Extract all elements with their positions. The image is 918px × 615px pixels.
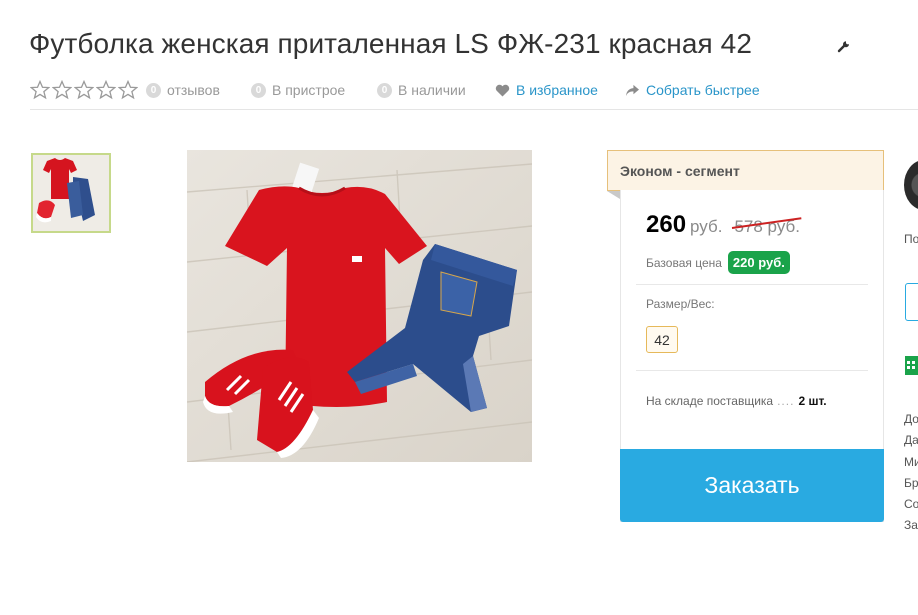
quick-collect-link[interactable]: Собрать быстрее	[625, 82, 760, 98]
stock-quantity: 2 шт.	[798, 394, 827, 408]
favorites-label[interactable]: В избранное	[516, 82, 598, 98]
size-option-42[interactable]: 42	[646, 326, 678, 353]
calendar-icon[interactable]	[905, 353, 918, 375]
stock-label: На складе поставщика	[646, 394, 774, 408]
reviews-label: отзывов	[167, 82, 220, 98]
right-column-text: Да	[904, 433, 918, 447]
order-button[interactable]: Заказать	[620, 449, 884, 522]
in-stock-label: В наличии	[398, 82, 466, 98]
old-price: 578 руб.	[732, 217, 802, 237]
in-build-status: 0 В пристрое	[251, 82, 345, 98]
product-meta-row: 0 отзывов 0 В пристрое 0 В наличии В изб…	[30, 80, 918, 100]
rating-stars[interactable]	[30, 80, 138, 100]
star-outline-icon[interactable]	[30, 80, 50, 100]
share-arrow-icon	[626, 84, 639, 96]
avatar[interactable]	[904, 160, 918, 210]
right-column-text: Бр	[904, 476, 918, 490]
offer-divider	[636, 370, 868, 371]
wrench-icon[interactable]	[836, 38, 852, 54]
reviews-count-badge: 0	[146, 82, 161, 98]
in-build-count-badge: 0	[251, 82, 266, 98]
price-currency: руб.	[690, 217, 723, 236]
right-column-text: До	[904, 412, 918, 426]
star-outline-icon[interactable]	[118, 80, 138, 100]
right-column-text: Со	[904, 497, 918, 511]
thumbnail-image	[33, 155, 109, 231]
star-outline-icon[interactable]	[74, 80, 94, 100]
in-stock-count-badge: 0	[377, 82, 392, 98]
in-build-label: В пристрое	[272, 82, 346, 98]
heart-icon	[495, 84, 510, 97]
right-column-input[interactable]	[905, 283, 918, 321]
star-outline-icon[interactable]	[96, 80, 116, 100]
product-title: Футболка женская приталенная LS ФЖ-231 к…	[29, 28, 753, 59]
right-column: По До Да Ми Бр Со За	[904, 150, 918, 550]
base-price-label: Базовая цена	[646, 255, 722, 270]
size-label: Размер/Вес:	[646, 297, 715, 311]
supplier-stock: На складе поставщика.... 2 шт.	[646, 394, 827, 408]
right-column-text: За	[904, 518, 918, 532]
right-column-text: Ми	[904, 455, 918, 469]
product-thumbnail[interactable]	[31, 153, 111, 233]
segment-badge: Эконом - сегмент	[607, 150, 884, 191]
header-divider	[30, 109, 918, 110]
base-price-badge: 220 руб.	[727, 251, 790, 274]
add-to-favorites-link[interactable]: В избранное	[495, 82, 598, 98]
reviews-count[interactable]: 0 отзывов	[146, 82, 220, 98]
in-stock-status: 0 В наличии	[377, 82, 466, 98]
star-outline-icon[interactable]	[52, 80, 72, 100]
right-column-text: По	[904, 232, 918, 246]
quick-collect-label[interactable]: Собрать быстрее	[646, 82, 760, 98]
segment-ribbon-fold	[607, 191, 620, 199]
current-price: 260	[646, 211, 687, 238]
product-photo	[187, 150, 532, 462]
stock-dots: ....	[777, 394, 795, 408]
product-main-image[interactable]	[187, 150, 532, 462]
price-row: 260 руб. 578 руб.	[646, 211, 802, 239]
offer-divider	[636, 284, 868, 285]
base-price-row: Базовая цена 220 руб.	[646, 251, 790, 274]
